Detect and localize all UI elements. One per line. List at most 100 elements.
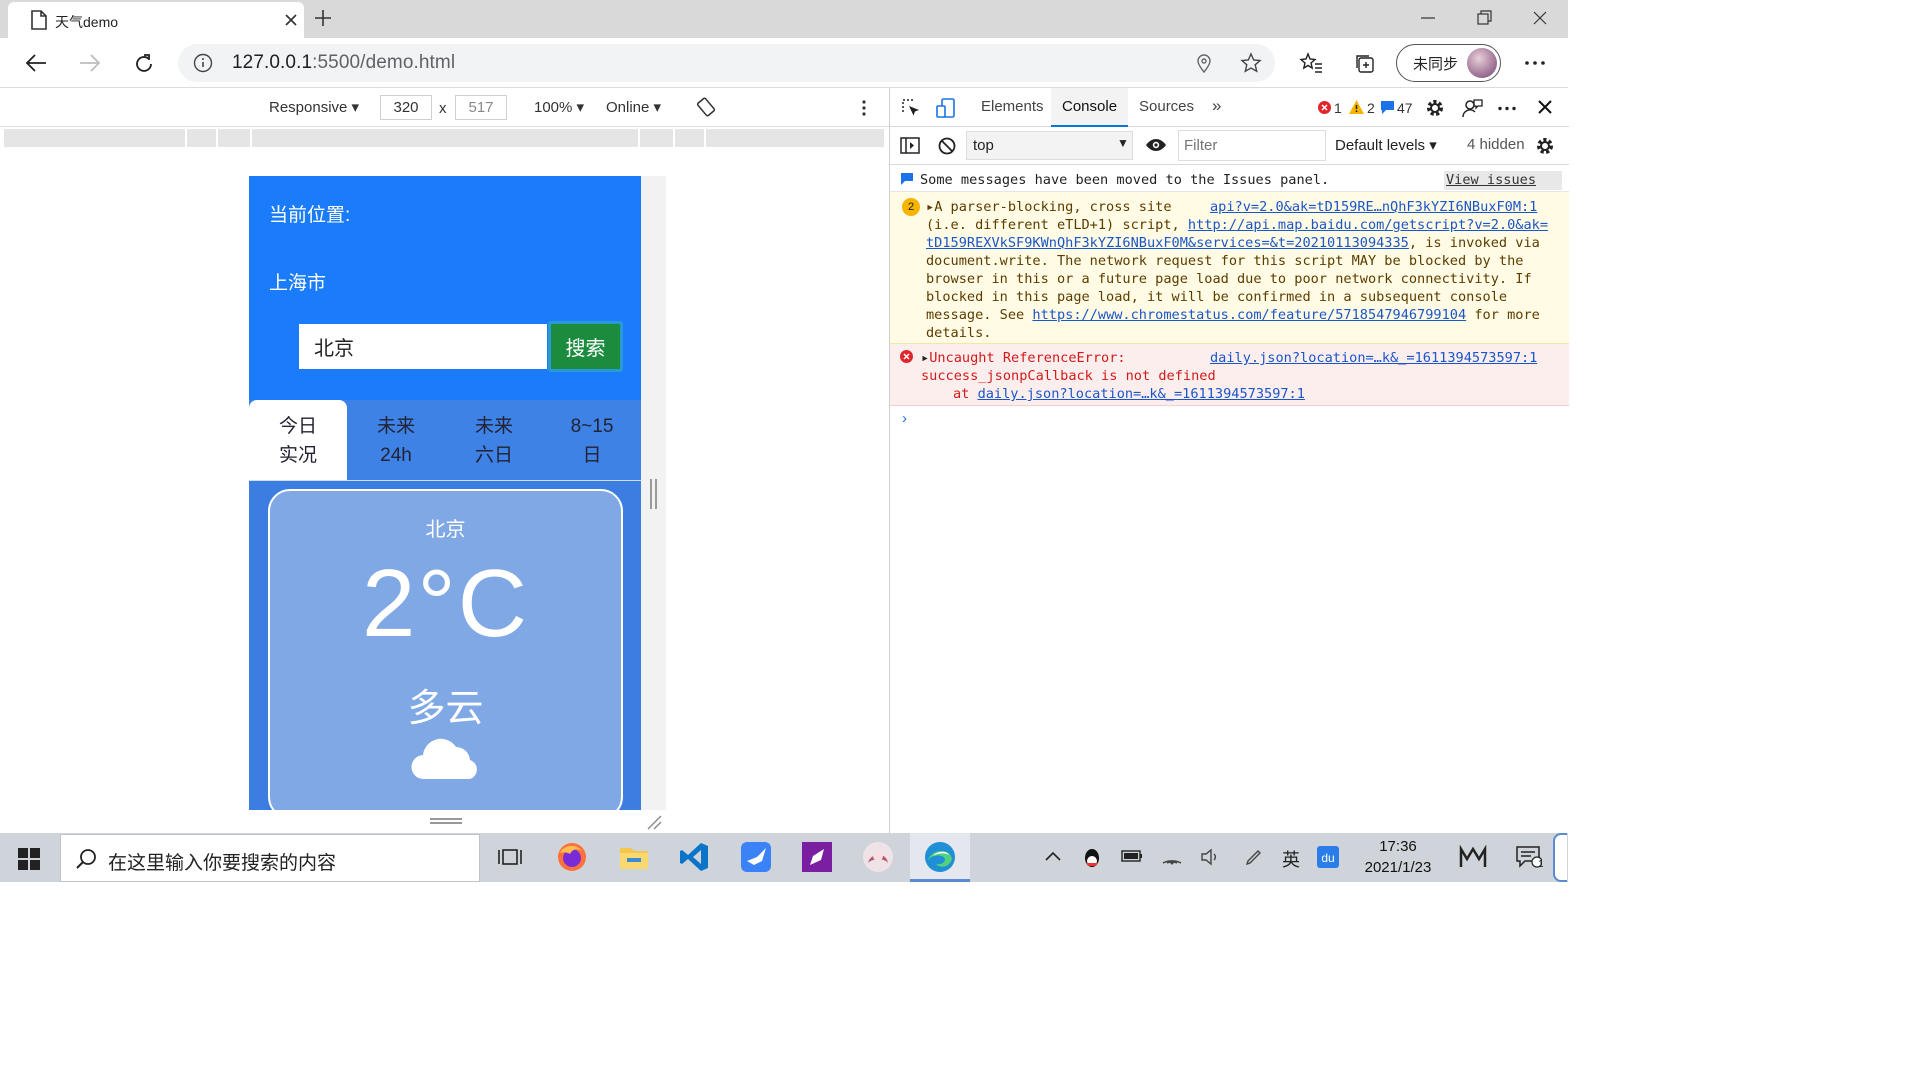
throttling-select[interactable]: Online ▾ (606, 98, 661, 116)
warning-script-url-cont[interactable]: tD159REXVkSF9KWnQhF3kYZI6NBuxF0M&service… (926, 235, 1409, 251)
favorites-icon[interactable] (1299, 52, 1323, 74)
clear-console-icon[interactable] (938, 137, 956, 155)
address-box[interactable]: 127.0.0.1:5500/demo.html (178, 44, 1275, 82)
tab-elements[interactable]: Elements (981, 98, 1044, 115)
favorite-star-icon[interactable] (1240, 52, 1262, 74)
device-mode-select[interactable]: Responsive ▾ (269, 98, 359, 116)
profile-sync-button[interactable]: 未同步 (1396, 44, 1501, 82)
breakpoint-divider (185, 129, 187, 147)
start-windows-icon[interactable] (18, 848, 40, 870)
settings-icon[interactable] (1425, 98, 1445, 118)
feedback-icon[interactable] (1461, 97, 1483, 119)
rotate-icon[interactable] (696, 97, 716, 117)
warning-count-icon (1349, 100, 1364, 114)
inspect-element-icon[interactable] (901, 98, 921, 118)
edge-taskbar-active[interactable] (910, 833, 970, 882)
resize-handle-right[interactable] (650, 479, 657, 509)
url-text[interactable]: 127.0.0.1:5500/demo.html (232, 52, 455, 74)
location-pin-icon[interactable] (1196, 53, 1212, 73)
console-settings-icon[interactable] (1535, 136, 1555, 156)
minimize-icon[interactable] (1419, 9, 1437, 27)
forecast-tabs: 今日 实况 未来 24h 未来 六日 8~15 日 (249, 400, 641, 480)
volume-icon[interactable] (1200, 848, 1222, 866)
resize-corner-icon[interactable] (646, 814, 662, 830)
app-tray-icon[interactable] (1459, 845, 1487, 869)
close-window-icon[interactable] (1531, 9, 1549, 27)
log-levels-select[interactable]: Default levels ▾ (1335, 136, 1437, 154)
console-input[interactable] (920, 406, 1560, 806)
context-select[interactable]: top ▼ (966, 131, 1133, 160)
feishu-app-icon[interactable] (740, 841, 772, 873)
tab-next-6-days[interactable]: 未来 六日 (445, 400, 543, 480)
wifi-icon[interactable] (1161, 847, 1183, 865)
view-issues-button[interactable]: View issues (1444, 171, 1562, 190)
resize-handle-bottom[interactable] (430, 818, 462, 824)
error-source-link[interactable]: daily.json?location=…k&_=1611394573597:1 (1210, 349, 1537, 367)
breakpoint-divider (250, 129, 252, 147)
console-message-error: ▸Uncaught ReferenceError: daily.json?loc… (890, 344, 1569, 406)
tab-sources[interactable]: Sources (1139, 98, 1194, 115)
reload-icon[interactable] (132, 52, 156, 76)
live-expression-eye-icon[interactable] (1145, 138, 1167, 152)
baidu-input-icon[interactable]: du (1317, 846, 1339, 868)
expand-arrow-icon[interactable]: ▸ (926, 199, 934, 215)
forward-icon[interactable] (78, 52, 102, 74)
show-desktop-button[interactable] (1553, 833, 1567, 882)
back-icon[interactable] (24, 52, 48, 74)
close-tab-icon[interactable] (284, 13, 298, 27)
warning-source-link[interactable]: api?v=2.0&ak=tD159RE…nQhF3kYZI6NBuxF0M:1 (1210, 198, 1537, 216)
device-options-icon[interactable] (861, 99, 867, 117)
tab-days-8-15[interactable]: 8~15 日 (543, 400, 641, 480)
tab-today[interactable]: 今日 实况 (249, 400, 347, 480)
file-explorer-icon[interactable] (618, 841, 650, 873)
windows-taskbar: 在这里输入你要搜索的内容 英 du 17:36 2021/1/23 1 (0, 833, 1568, 882)
city-search-input[interactable] (299, 324, 547, 369)
taskbar-search-box[interactable]: 在这里输入你要搜索的内容 (60, 834, 480, 882)
notes-app-icon[interactable] (801, 841, 833, 873)
warning-text: for more (1474, 307, 1540, 323)
devtools-more-icon[interactable] (1497, 106, 1517, 111)
system-clock[interactable]: 17:36 2021/1/23 (1356, 836, 1440, 878)
chromestatus-link[interactable]: https://www.chromestatus.com/feature/571… (1032, 307, 1466, 323)
task-view-icon[interactable] (498, 847, 522, 867)
show-hidden-icons-chevron[interactable] (1044, 850, 1062, 862)
sidebar-toggle-icon[interactable] (900, 137, 920, 154)
battery-icon[interactable] (1121, 848, 1143, 864)
ime-indicator[interactable]: 英 (1282, 846, 1300, 872)
firefox-icon[interactable] (556, 841, 588, 873)
site-info-icon[interactable] (193, 53, 213, 73)
pen-icon[interactable] (1244, 847, 1264, 867)
viewport-height-input[interactable]: 517 (455, 95, 507, 120)
browser-tab[interactable]: 天气demo (8, 2, 304, 38)
close-devtools-icon[interactable] (1538, 100, 1552, 114)
vscode-icon[interactable] (678, 841, 710, 873)
viewport-width-input[interactable]: 320 (380, 95, 432, 120)
media-query-bar[interactable] (0, 127, 889, 149)
error-count[interactable]: 1 (1334, 100, 1342, 116)
warning-count[interactable]: 2 (1367, 100, 1375, 116)
warning-text: (i.e. different eTLD+1) script, (926, 217, 1180, 233)
warning-script-url[interactable]: http://api.map.baidu.com/getscript?v=2.0… (1188, 217, 1548, 233)
zoom-select[interactable]: 100% ▾ (534, 98, 584, 116)
tab-title: 天气demo (55, 14, 119, 30)
restore-icon[interactable] (1475, 9, 1493, 27)
warning-text: , is invoked via (1408, 235, 1540, 251)
more-tabs-icon[interactable]: » (1212, 96, 1221, 116)
expand-arrow-icon[interactable]: ▸ (921, 350, 929, 366)
avatar-app-icon[interactable] (862, 841, 894, 873)
console-filter-input[interactable] (1178, 130, 1326, 161)
new-tab-icon[interactable] (312, 7, 334, 29)
collections-icon[interactable] (1354, 52, 1376, 74)
console-toolbar: top ▼ Default levels ▾ 4 hidden (890, 127, 1569, 165)
console-prompt-icon[interactable]: › (902, 410, 907, 427)
info-message-text: Some messages have been moved to the Iss… (920, 172, 1330, 188)
tab-next-24h[interactable]: 未来 24h (347, 400, 445, 480)
search-button[interactable]: 搜索 (548, 321, 623, 372)
device-toggle-icon[interactable] (936, 97, 956, 119)
info-count[interactable]: 47 (1397, 100, 1413, 116)
card-city: 北京 (425, 519, 466, 541)
more-menu-icon[interactable] (1524, 60, 1546, 66)
tab-console[interactable]: Console (1051, 88, 1128, 127)
qq-tray-icon[interactable] (1082, 847, 1102, 869)
error-stack-link[interactable]: daily.json?location=…k&_=1611394573597:1 (978, 386, 1305, 402)
